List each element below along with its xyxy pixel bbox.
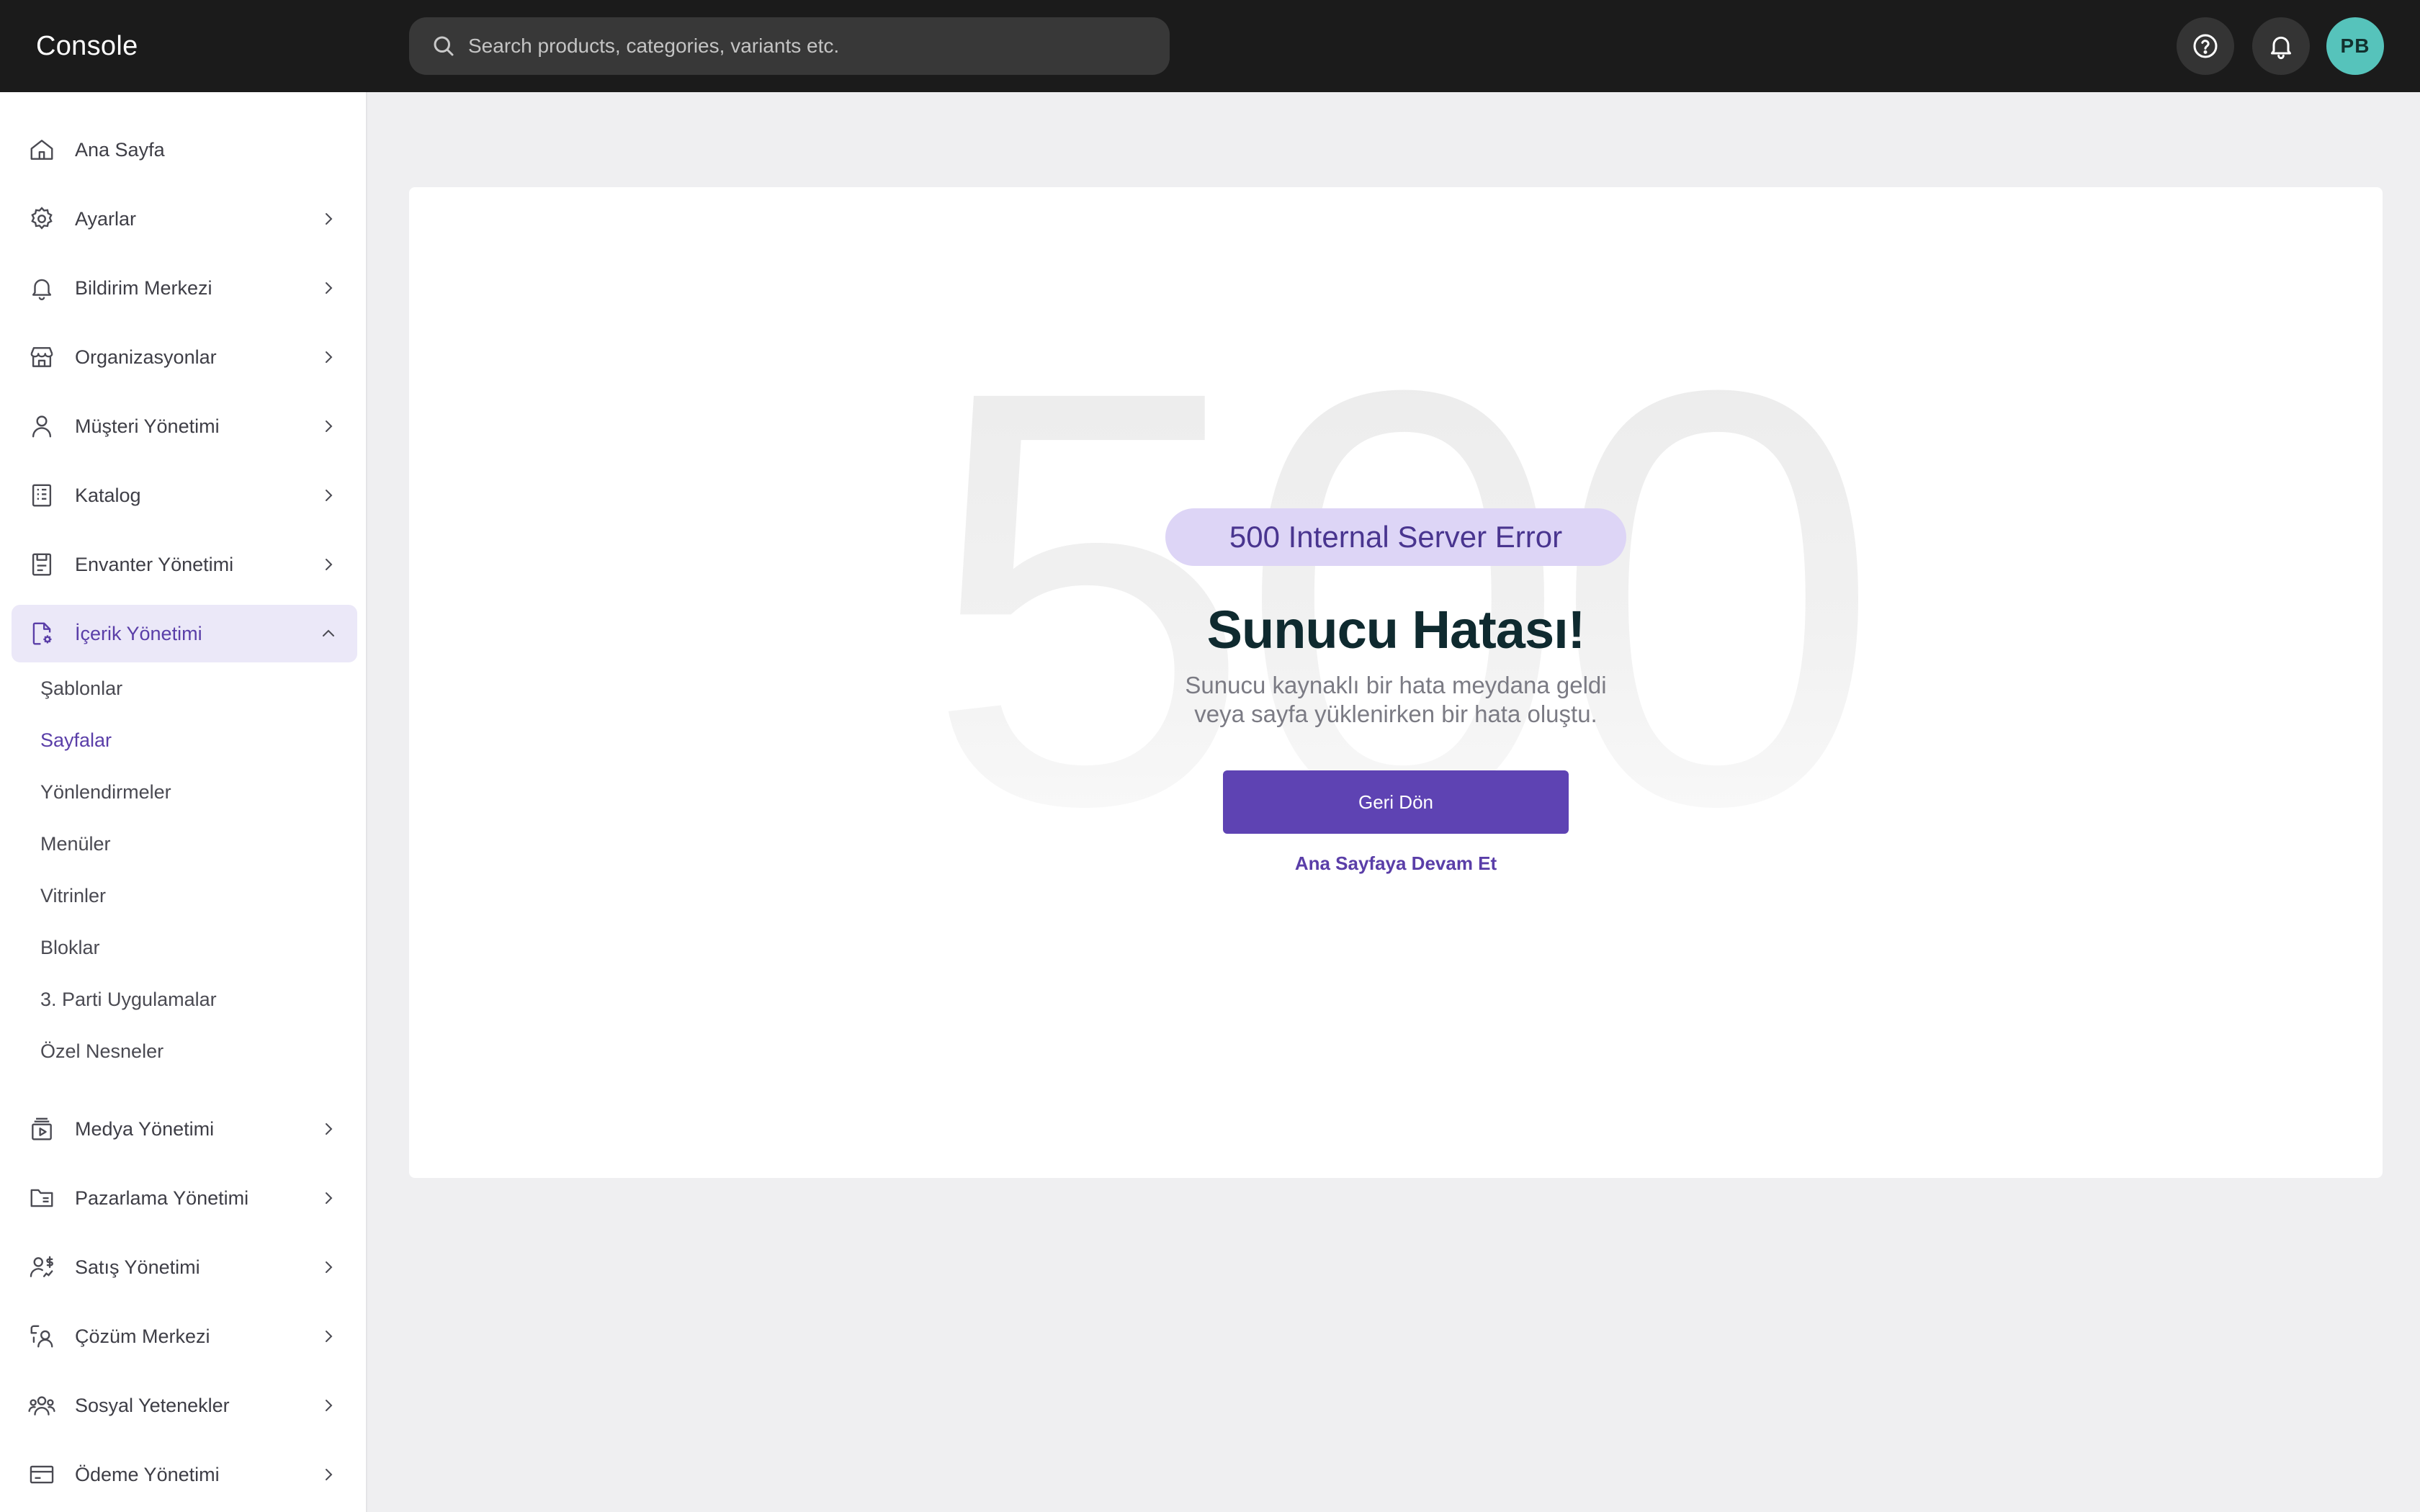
sidebar-item-inventory-management[interactable]: Envanter Yönetimi [12, 536, 357, 593]
sidebar-item-organizations[interactable]: Organizasyonlar [12, 328, 357, 386]
credit-card-icon [27, 1460, 56, 1489]
sidebar-item-label: İçerik Yönetimi [75, 623, 202, 644]
error-message-line-2: veya sayfa yüklenirken bir hata oluştu. [1194, 701, 1597, 727]
sidebar-subitem-menus[interactable]: Menüler [40, 829, 111, 858]
inventory-icon [27, 550, 56, 579]
chevron-right-icon [318, 1257, 339, 1277]
sidebar-item-social-skills[interactable]: Sosyal Yetenekler [12, 1377, 357, 1434]
support-icon [27, 1322, 56, 1351]
bell-icon [27, 274, 56, 302]
store-icon [27, 343, 56, 372]
chevron-right-icon [318, 347, 339, 367]
error-card: 500 500 Internal Server Error Sunucu Hat… [409, 187, 2383, 1178]
sidebar-subitem-showcases[interactable]: Vitrinler [40, 881, 106, 910]
sidebar-item-payment-management[interactable]: Ödeme Yönetimi [12, 1446, 357, 1503]
sidebar-item-media-management[interactable]: Medya Yönetimi [12, 1100, 357, 1158]
sidebar-item-label: Organizasyonlar [75, 346, 217, 368]
avatar[interactable]: PB [2326, 17, 2384, 75]
sidebar-item-customer-management[interactable]: Müşteri Yönetimi [12, 397, 357, 455]
search-bar[interactable] [409, 17, 1170, 75]
gear-icon [27, 204, 56, 233]
chevron-right-icon [318, 485, 339, 505]
chevron-right-icon [318, 1395, 339, 1416]
sidebar-item-home[interactable]: Ana Sayfa [12, 121, 357, 179]
sidebar-item-label: Ödeme Yönetimi [75, 1464, 220, 1485]
notifications-button[interactable] [2252, 17, 2310, 75]
chevron-right-icon [318, 1119, 339, 1139]
help-button[interactable] [2177, 17, 2234, 75]
sidebar-item-label: Envanter Yönetimi [75, 554, 234, 575]
sidebar-item-label: Bildirim Merkezi [75, 277, 212, 299]
chevron-right-icon [318, 1326, 339, 1346]
chevron-right-icon [318, 209, 339, 229]
chevron-right-icon [318, 554, 339, 575]
continue-home-link[interactable]: Ana Sayfaya Devam Et [409, 852, 2383, 875]
sidebar-item-content-management[interactable]: İçerik Yönetimi [12, 605, 357, 662]
sidebar-subitem-blocks[interactable]: Bloklar [40, 933, 100, 962]
chevron-right-icon [318, 278, 339, 298]
sidebar-item-label: Satış Yönetimi [75, 1256, 200, 1278]
top-bar: Console PB [0, 0, 2420, 92]
sidebar-item-label: Sosyal Yetenekler [75, 1395, 230, 1416]
content-settings-icon [27, 619, 56, 648]
sidebar-item-label: Çözüm Merkezi [75, 1326, 210, 1347]
chevron-right-icon [318, 416, 339, 436]
sidebar-item-marketing-management[interactable]: Pazarlama Yönetimi [12, 1169, 357, 1227]
folder-icon [27, 1184, 56, 1212]
back-button[interactable]: Geri Dön [1223, 770, 1569, 834]
media-icon [27, 1115, 56, 1143]
error-title: Sunucu Hatası! [1206, 600, 1586, 660]
sidebar-item-settings[interactable]: Ayarlar [12, 190, 357, 248]
sidebar-item-solution-center[interactable]: Çözüm Merkezi [12, 1308, 357, 1365]
sidebar-subitem-templates[interactable]: Şablonlar [40, 674, 122, 703]
sidebar-item-catalog[interactable]: Katalog [12, 467, 357, 524]
search-input[interactable] [468, 35, 1116, 58]
sidebar-item-notification-center[interactable]: Bildirim Merkezi [12, 259, 357, 317]
bell-icon [2267, 32, 2295, 60]
chevron-up-icon [318, 624, 339, 644]
sidebar-subitem-redirects[interactable]: Yönlendirmeler [40, 778, 171, 806]
home-icon [27, 135, 56, 164]
brand-logo[interactable]: Console [36, 27, 138, 65]
sales-user-icon [27, 1253, 56, 1282]
sidebar-item-label: Ana Sayfa [75, 139, 165, 161]
chevron-right-icon [318, 1188, 339, 1208]
sidebar-item-label: Pazarlama Yönetimi [75, 1187, 249, 1209]
sidebar-subitem-third-party-apps[interactable]: 3. Parti Uygulamalar [40, 985, 217, 1014]
sidebar-item-label: Katalog [75, 485, 141, 506]
catalog-icon [27, 481, 56, 510]
sidebar-subitem-custom-objects[interactable]: Özel Nesneler [40, 1037, 163, 1066]
user-icon [27, 412, 56, 441]
error-status-badge: 500 Internal Server Error [1165, 508, 1626, 566]
sidebar-item-label: Müşteri Yönetimi [75, 415, 220, 437]
users-icon [27, 1391, 56, 1420]
chevron-right-icon [318, 1464, 339, 1485]
search-icon [431, 33, 457, 59]
sidebar: Ana Sayfa Ayarlar Bildirim Merkezi Organ… [0, 92, 367, 1512]
sidebar-subitem-pages[interactable]: Sayfalar [40, 726, 112, 755]
error-message: Sunucu kaynaklı bir hata meydana geldi v… [409, 671, 2383, 729]
sidebar-item-sales-management[interactable]: Satış Yönetimi [12, 1238, 357, 1296]
sidebar-item-label: Ayarlar [75, 208, 137, 230]
help-circle-icon [2191, 32, 2220, 60]
sidebar-item-label: Medya Yönetimi [75, 1118, 215, 1140]
error-message-line-1: Sunucu kaynaklı bir hata meydana geldi [1185, 672, 1607, 698]
